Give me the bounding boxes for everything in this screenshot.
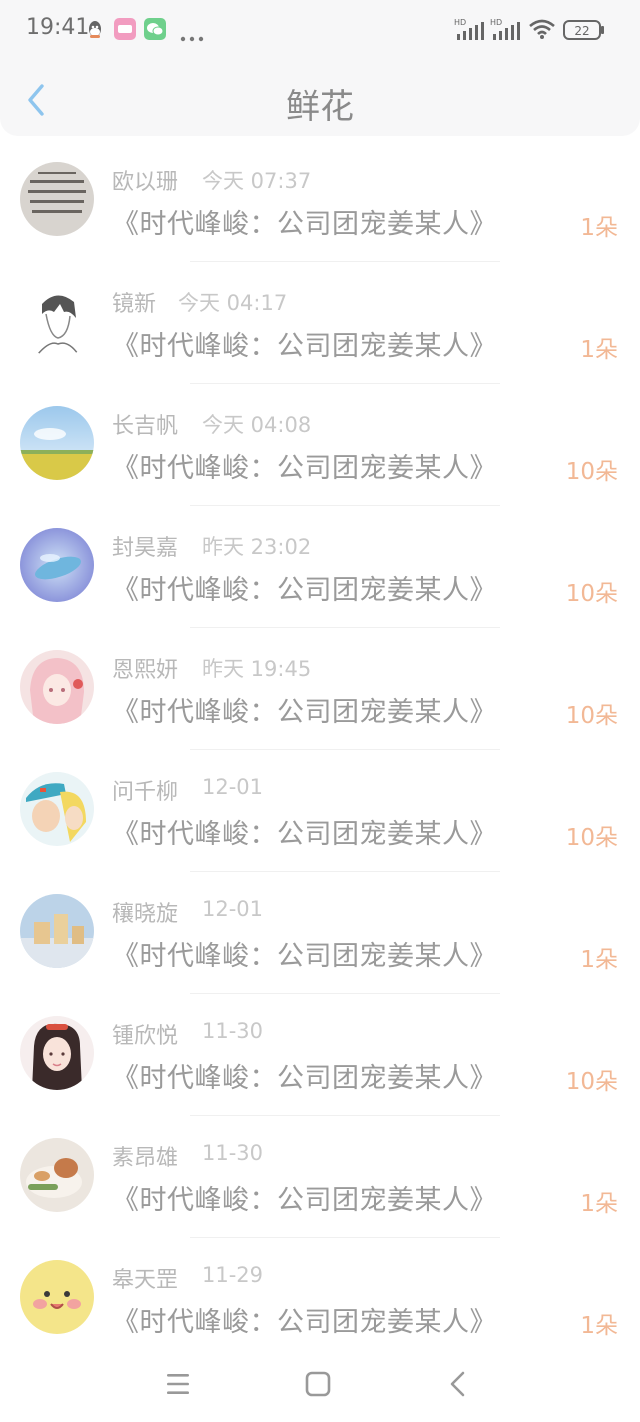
- signal-icon-2: HD: [490, 17, 524, 45]
- flower-count: 1朵: [580, 215, 618, 241]
- avatar[interactable]: [20, 772, 94, 846]
- list-item[interactable]: 长吉帆 今天 04:08 《时代峰峻：公司团宠姜某人》 10朵: [0, 384, 640, 506]
- flower-count: 10朵: [565, 581, 618, 607]
- flower-count: 1朵: [580, 1191, 618, 1217]
- user-name: 欧以珊: [112, 170, 179, 195]
- user-name: 长吉帆: [112, 414, 179, 439]
- home-button[interactable]: [298, 1364, 338, 1404]
- timestamp: 11-30: [202, 1141, 264, 1165]
- flower-count: 1朵: [580, 947, 618, 973]
- flower-count: 10朵: [565, 825, 618, 851]
- battery-icon: 22: [563, 20, 605, 44]
- list-item[interactable]: 素昂雄 11-30 《时代峰峻：公司团宠姜某人》 1朵: [0, 1116, 640, 1238]
- flower-count: 1朵: [580, 1313, 618, 1339]
- flower-list: 欧以珊 今天 07:37 《时代峰峻：公司团宠姜某人》 1朵 镜新 今天 04:…: [0, 140, 640, 1360]
- timestamp: 11-30: [202, 1019, 264, 1043]
- user-name: 素昂雄: [112, 1146, 179, 1171]
- timestamp: 今天 07:37: [202, 169, 312, 193]
- avatar[interactable]: [20, 894, 94, 968]
- avatar[interactable]: [20, 1138, 94, 1212]
- book-title[interactable]: 《时代峰峻：公司团宠姜某人》: [112, 812, 497, 851]
- hd-label-2: HD: [490, 18, 502, 27]
- list-item[interactable]: 皋天罡 11-29 《时代峰峻：公司团宠姜某人》 1朵: [0, 1238, 640, 1360]
- header-bar: 鲜花: [0, 62, 640, 136]
- wifi-icon: [528, 18, 556, 44]
- wechat-icon: [144, 18, 166, 44]
- user-name: 镜新: [112, 292, 157, 317]
- list-item[interactable]: 欧以珊 今天 07:37 《时代峰峻：公司团宠姜某人》 1朵: [0, 140, 640, 262]
- page-title: 鲜花: [286, 87, 354, 127]
- list-item[interactable]: 锺欣悦 11-30 《时代峰峻：公司团宠姜某人》 10朵: [0, 994, 640, 1116]
- user-name: 穰晓旋: [112, 902, 179, 927]
- timestamp: 昨天 23:02: [202, 535, 312, 559]
- book-title[interactable]: 《时代峰峻：公司团宠姜某人》: [112, 446, 497, 485]
- back-chevron-icon: [450, 1371, 465, 1397]
- avatar[interactable]: [20, 162, 94, 236]
- book-title[interactable]: 《时代峰峻：公司团宠姜某人》: [112, 1300, 497, 1339]
- avatar[interactable]: [20, 406, 94, 480]
- timestamp: 12-01: [202, 897, 264, 921]
- qq-icon: [86, 20, 104, 44]
- timestamp: 12-01: [202, 775, 264, 799]
- hd-label: HD: [454, 18, 466, 27]
- user-name: 皋天罡: [112, 1268, 179, 1293]
- status-bar: 19:41 HD HD 22: [0, 0, 640, 62]
- avatar[interactable]: [20, 1016, 94, 1090]
- list-item[interactable]: 封昊嘉 昨天 23:02 《时代峰峻：公司团宠姜某人》 10朵: [0, 506, 640, 628]
- timestamp: 今天 04:17: [178, 291, 288, 315]
- avatar[interactable]: [20, 1260, 94, 1334]
- timestamp: 今天 04:08: [202, 413, 312, 437]
- user-name: 封昊嘉: [112, 536, 179, 561]
- flower-count: 10朵: [565, 1069, 618, 1095]
- more-dots-icon: [180, 27, 204, 46]
- list-item[interactable]: 恩熙妍 昨天 19:45 《时代峰峻：公司团宠姜某人》 10朵: [0, 628, 640, 750]
- timestamp: 11-29: [202, 1263, 264, 1287]
- timestamp: 昨天 19:45: [202, 657, 312, 681]
- list-item[interactable]: 穰晓旋 12-01 《时代峰峻：公司团宠姜某人》 1朵: [0, 872, 640, 994]
- app-icon: [114, 18, 136, 44]
- book-title[interactable]: 《时代峰峻：公司团宠姜某人》: [112, 202, 497, 241]
- avatar[interactable]: [20, 528, 94, 602]
- list-item[interactable]: 问千柳 12-01 《时代峰峻：公司团宠姜某人》 10朵: [0, 750, 640, 872]
- book-title[interactable]: 《时代峰峻：公司团宠姜某人》: [112, 690, 497, 729]
- book-title[interactable]: 《时代峰峻：公司团宠姜某人》: [112, 1178, 497, 1217]
- home-square-icon: [305, 1371, 331, 1397]
- book-title[interactable]: 《时代峰峻：公司团宠姜某人》: [112, 1056, 497, 1095]
- system-nav-bar: [0, 1346, 640, 1422]
- book-title[interactable]: 《时代峰峻：公司团宠姜某人》: [112, 324, 497, 363]
- menu-icon: [167, 1374, 189, 1394]
- list-item[interactable]: 镜新 今天 04:17 《时代峰峻：公司团宠姜某人》 1朵: [0, 262, 640, 384]
- book-title[interactable]: 《时代峰峻：公司团宠姜某人》: [112, 934, 497, 973]
- flower-count: 10朵: [565, 459, 618, 485]
- status-time: 19:41: [26, 15, 90, 40]
- avatar[interactable]: [20, 650, 94, 724]
- flower-count: 1朵: [580, 337, 618, 363]
- menu-button[interactable]: [158, 1364, 198, 1404]
- system-back-button[interactable]: [438, 1364, 478, 1404]
- flower-count: 10朵: [565, 703, 618, 729]
- user-name: 恩熙妍: [112, 658, 179, 683]
- battery-level: 22: [574, 24, 589, 38]
- user-name: 问千柳: [112, 780, 179, 805]
- book-title[interactable]: 《时代峰峻：公司团宠姜某人》: [112, 568, 497, 607]
- user-name: 锺欣悦: [112, 1024, 179, 1049]
- avatar[interactable]: [20, 284, 94, 358]
- signal-icon: HD: [454, 17, 488, 45]
